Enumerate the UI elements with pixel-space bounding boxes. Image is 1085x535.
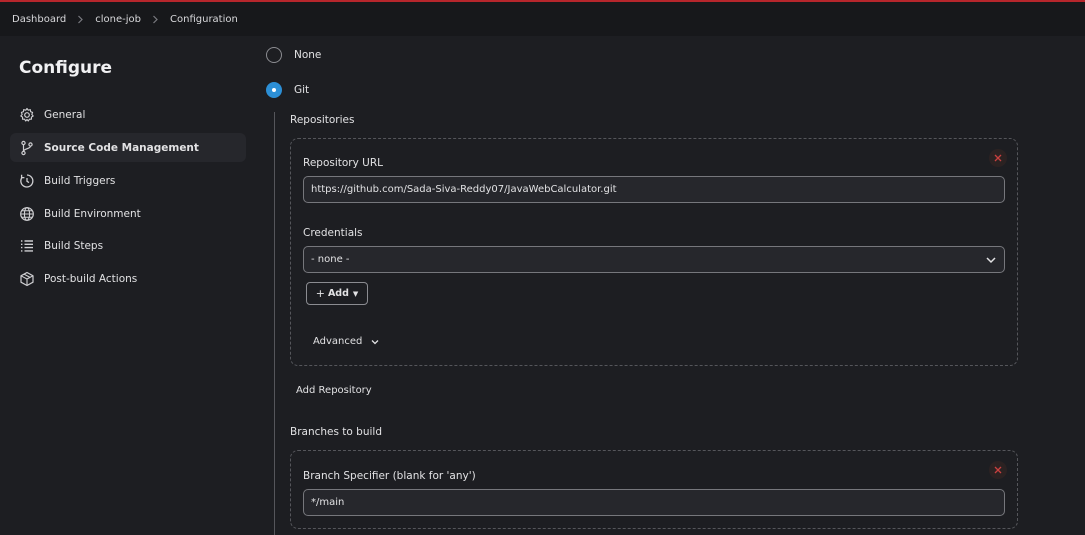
branch-specifier-label: Branch Specifier (blank for 'any') <box>303 470 476 482</box>
chevron-right-icon <box>77 15 84 24</box>
list-icon <box>19 238 35 254</box>
radio-none[interactable] <box>266 47 282 63</box>
scm-option-none[interactable]: None <box>266 47 321 63</box>
scm-option-git[interactable]: Git <box>266 82 309 98</box>
radio-git[interactable] <box>266 82 282 98</box>
plus-icon: + <box>315 287 325 300</box>
sidebar-item-general[interactable]: General <box>10 100 246 129</box>
sidebar-item-post-build-actions[interactable]: Post-build Actions <box>10 264 246 293</box>
delete-repository-button[interactable] <box>989 149 1007 167</box>
delete-branch-button[interactable] <box>989 461 1007 479</box>
branch-card: Branch Specifier (blank for 'any') <box>290 450 1018 529</box>
sidebar-item-label: Build Triggers <box>44 174 116 187</box>
sidebar-item-source-code-management[interactable]: Source Code Management <box>10 133 246 162</box>
caret-down-icon: ▼ <box>352 289 359 298</box>
add-credentials-button[interactable]: + Add ▼ <box>306 282 368 305</box>
scm-config-panel: None Git Repositories Repository URL Cre… <box>260 36 1085 535</box>
repository-url-label: Repository URL <box>303 157 384 169</box>
breadcrumb-dashboard[interactable]: Dashboard <box>12 14 66 25</box>
branch-specifier-input[interactable] <box>303 489 1005 516</box>
sidebar-item-label: Post-build Actions <box>44 272 138 285</box>
chevron-down-icon <box>371 339 379 344</box>
sidebar-item-label: Source Code Management <box>44 141 199 154</box>
sidebar-item-build-triggers[interactable]: Build Triggers <box>10 166 246 195</box>
branch-icon <box>19 140 35 156</box>
radio-label-git: Git <box>294 84 310 96</box>
breadcrumb-clone-job[interactable]: clone-job <box>95 14 141 25</box>
branches-to-build-label: Branches to build <box>290 426 383 438</box>
sidebar-item-build-environment[interactable]: Build Environment <box>10 199 246 228</box>
credentials-select[interactable]: - none - <box>303 246 1005 273</box>
sidebar-item-build-steps[interactable]: Build Steps <box>10 231 246 260</box>
advanced-label: Advanced <box>313 336 363 347</box>
chevron-right-icon <box>152 15 159 24</box>
chevron-down-icon <box>985 254 997 266</box>
radio-label-none: None <box>294 49 322 61</box>
sidebar-item-label: Build Steps <box>44 239 104 252</box>
sidebar-item-label: Build Environment <box>44 207 141 220</box>
clock-icon <box>19 173 35 189</box>
section-divider <box>274 112 275 535</box>
gear-icon <box>19 107 35 123</box>
repository-card: Repository URL Credentials - none - + Ad… <box>290 138 1018 366</box>
close-icon <box>994 466 1002 474</box>
close-icon <box>994 154 1002 162</box>
breadcrumb-configuration[interactable]: Configuration <box>170 14 238 25</box>
sidebar-item-label: General <box>44 108 86 121</box>
repository-url-input[interactable] <box>303 176 1005 203</box>
add-repository-button[interactable]: Add Repository <box>296 385 372 396</box>
credentials-select-value: - none - <box>311 254 350 265</box>
package-icon <box>19 271 35 287</box>
globe-icon <box>19 206 35 222</box>
page-title: Configure <box>19 58 113 78</box>
sidebar: Configure General Source Code Management… <box>0 36 260 535</box>
credentials-label: Credentials <box>303 227 363 239</box>
repositories-label: Repositories <box>290 114 355 126</box>
add-button-label: Add <box>327 288 349 299</box>
advanced-toggle[interactable]: Advanced <box>313 336 380 347</box>
breadcrumb: Dashboard clone-job Configuration <box>0 2 1085 36</box>
